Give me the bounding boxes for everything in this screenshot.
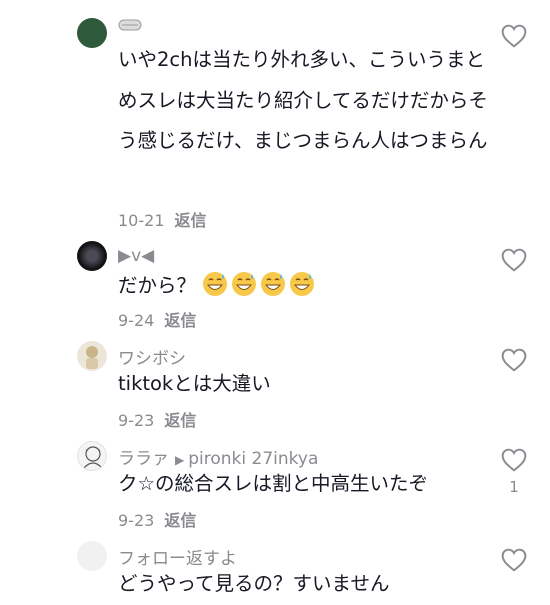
comment-date: 9-24 (118, 311, 155, 330)
comment-meta: 9-24 返信 (118, 307, 196, 331)
heart-icon[interactable] (501, 24, 527, 48)
avatar[interactable] (77, 241, 107, 271)
comment-username[interactable]: ▶v◀ (118, 246, 154, 266)
avatar[interactable] (77, 341, 107, 371)
avatar[interactable] (77, 441, 107, 471)
comment-text: どうやって見るの？すいません (118, 572, 390, 595)
comment-date: 9-23 (118, 411, 155, 430)
comment-date: 9-23 (118, 511, 155, 530)
comment-text: いや2chは当たり外れ多い、こういうまとめスレは大当たり紹介してるだけだからそう… (118, 48, 488, 152)
avatar[interactable] (77, 541, 107, 571)
avatar[interactable] (77, 18, 107, 48)
grinning-sweat-emoji-icon (203, 272, 228, 296)
comment-meta: 10-21 返信 (118, 207, 207, 231)
avatar-figure-icon (86, 346, 98, 369)
reply-button[interactable]: 返信 (175, 211, 207, 230)
grinning-sweat-emoji-icon (290, 272, 315, 296)
avatar-sketch-icon (83, 446, 103, 469)
grinning-sweat-emoji-icon (232, 272, 257, 296)
heart-icon[interactable] (501, 448, 527, 472)
username-sticker-icon (118, 19, 142, 31)
comment-meta: 9-23 返信 (118, 407, 196, 431)
comment-text: だから？ (118, 274, 197, 297)
like-count: 1 (509, 478, 519, 496)
reply-button[interactable]: 返信 (164, 411, 196, 430)
reply-button[interactable]: 返信 (164, 511, 196, 530)
grinning-sweat-emoji-icon (261, 272, 286, 296)
reply-button[interactable]: 返信 (164, 311, 196, 330)
heart-icon[interactable] (501, 548, 527, 572)
comment-text-row: だから？ (118, 266, 488, 307)
comment-text: tiktokとは大違い (118, 372, 271, 395)
comment-meta: 9-23 返信 (118, 507, 196, 531)
heart-icon[interactable] (501, 348, 527, 372)
comment-date: 10-21 (118, 211, 165, 230)
heart-icon[interactable] (501, 248, 527, 272)
comment-text: ク☆の総合スレは割と中高生いたぞ (118, 472, 428, 495)
